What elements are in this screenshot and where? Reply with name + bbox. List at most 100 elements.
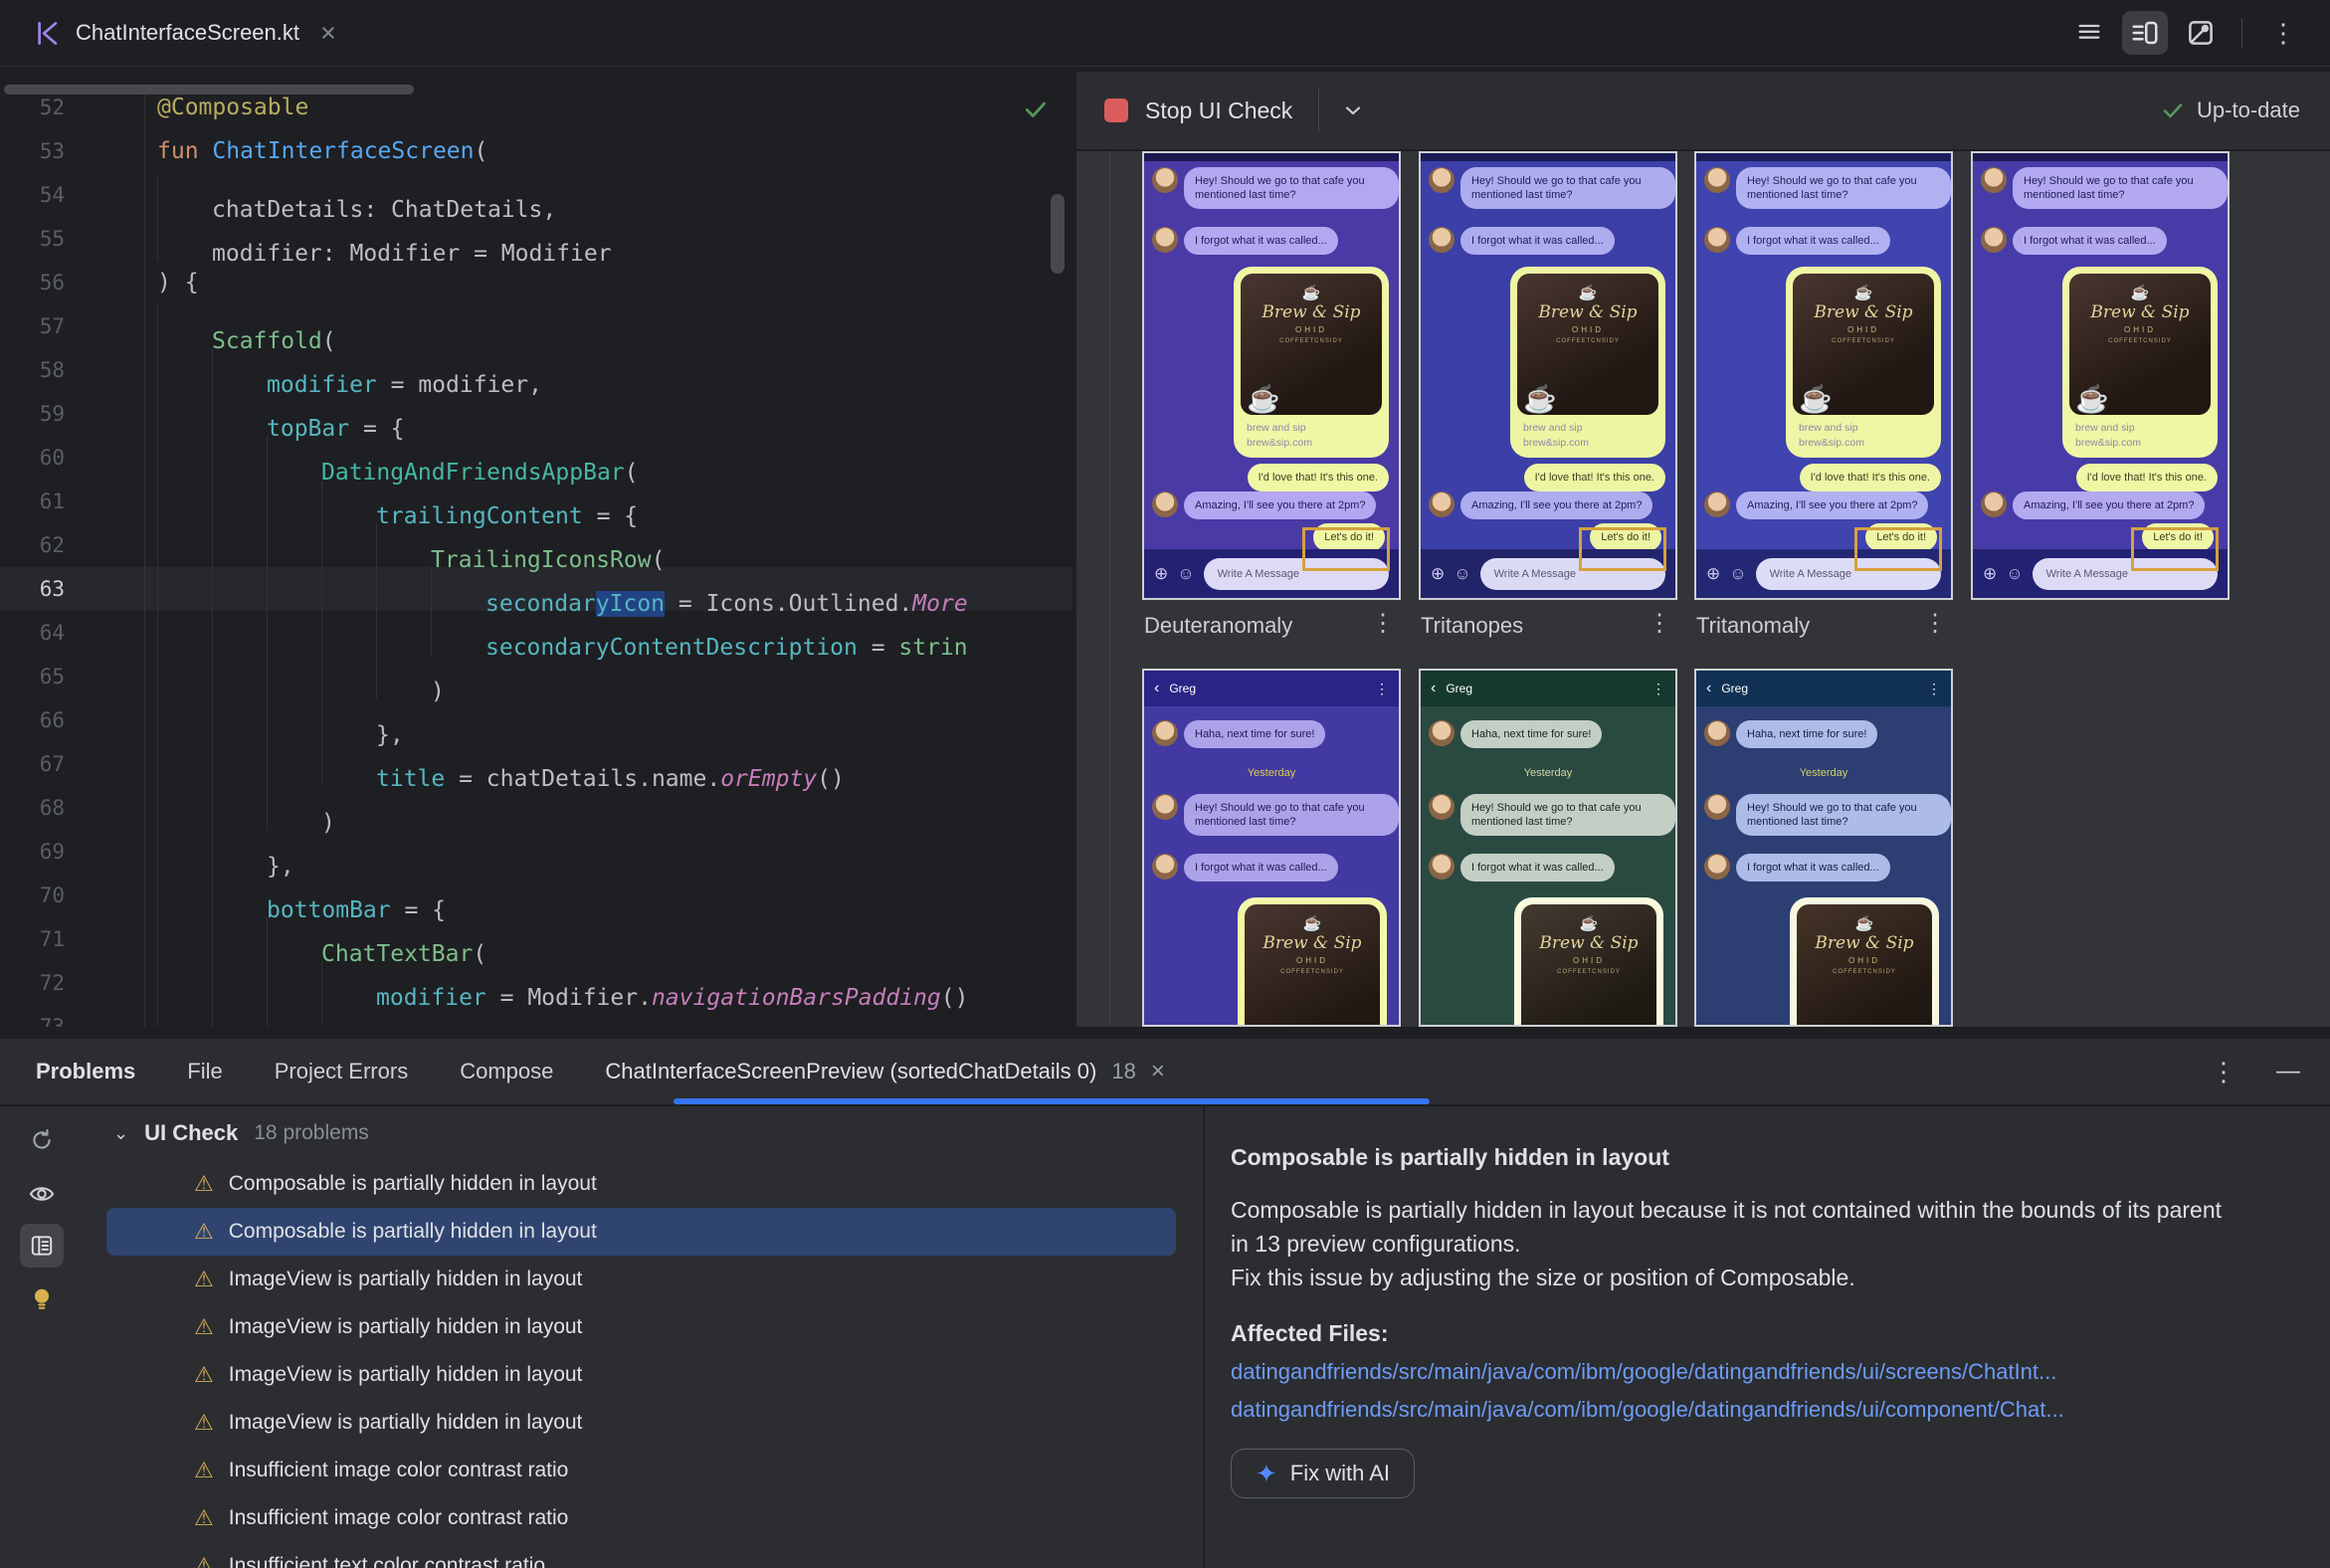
panel-splitter[interactable] xyxy=(0,1027,2330,1039)
preview-phone[interactable]: ‹ Greg ⋮ Haha, next time for sure! Yeste… xyxy=(1419,669,1677,1027)
code-line[interactable]: 61 trailingContent = { xyxy=(0,480,1072,529)
tab-compose[interactable]: Compose xyxy=(460,1059,553,1084)
code-line[interactable]: 69}, xyxy=(0,830,1072,880)
problem-row[interactable]: ⚠ ImageView is partially hidden in layout xyxy=(106,1256,1176,1303)
problem-row[interactable]: ⚠ ImageView is partially hidden in layout xyxy=(106,1303,1176,1351)
code-line[interactable]: 71 ChatTextBar( xyxy=(0,917,1072,967)
preview-phone[interactable]: Hey! Should we go to that cafe you menti… xyxy=(1694,151,1953,600)
chat-message-received: I forgot what it was called... xyxy=(1704,854,1890,882)
add-icon[interactable]: ⊕ xyxy=(1154,565,1168,582)
code-line[interactable]: 65) xyxy=(0,655,1072,704)
preview-config-menu-icon[interactable]: ⋮ xyxy=(1923,609,1947,638)
preview-phone[interactable]: ‹ Greg ⋮ Haha, next time for sure! Yeste… xyxy=(1694,669,1953,1027)
preview-canvas[interactable]: Hey! Should we go to that cafe you menti… xyxy=(1076,151,2330,1027)
tab-project-errors[interactable]: Project Errors xyxy=(275,1059,408,1084)
preview-config-menu-icon[interactable]: ⋮ xyxy=(1648,609,1671,638)
avatar xyxy=(1152,720,1178,746)
preview-phone[interactable]: ‹ Greg ⋮ Haha, next time for sure! Yeste… xyxy=(1142,669,1401,1027)
affected-file-link[interactable]: datingandfriends/src/main/java/com/ibm/g… xyxy=(1231,1397,2308,1423)
preview-phone[interactable]: Hey! Should we go to that cafe you menti… xyxy=(1142,151,1401,600)
panel-divider[interactable] xyxy=(1203,1106,1205,1568)
more-options-icon[interactable]: ⋮ xyxy=(2260,11,2306,55)
emoji-icon[interactable]: ☺ xyxy=(1177,565,1194,582)
minimize-icon[interactable]: — xyxy=(2276,1058,2300,1085)
split-view-icon[interactable] xyxy=(2122,11,2168,55)
indent-guide xyxy=(212,917,267,961)
fix-with-ai-button[interactable]: ✦ Fix with AI xyxy=(1231,1449,1416,1498)
code-line[interactable]: 70 bottomBar = { xyxy=(0,874,1072,923)
problems-group-header[interactable]: ⌄ UI Check 18 problems xyxy=(90,1106,1202,1160)
problem-row[interactable]: ⚠ Insufficient image color contrast ratio xyxy=(106,1494,1176,1542)
horizontal-scrollbar[interactable] xyxy=(4,85,414,95)
preview-config-menu-icon[interactable]: ⋮ xyxy=(1371,609,1395,638)
refresh-icon[interactable] xyxy=(20,1118,64,1162)
emoji-icon[interactable]: ☺ xyxy=(1729,565,1746,582)
problems-options-icon[interactable]: ⋮ xyxy=(2211,1059,2236,1084)
coffee-cup-icon: ☕ xyxy=(1247,384,1280,414)
message-bubble: Amazing, I'll see you there at 2pm? xyxy=(1460,491,1653,519)
add-icon[interactable]: ⊕ xyxy=(1706,565,1720,582)
problem-row[interactable]: ⚠ Composable is partially hidden in layou… xyxy=(106,1208,1176,1256)
details-panel-icon[interactable] xyxy=(20,1224,64,1268)
code-editor[interactable]: 52 @Composable 53 fun ChatInterfaceScreen(5… xyxy=(0,67,1072,1027)
tab-preview-report[interactable]: ChatInterfaceScreenPreview (sortedChatDe… xyxy=(605,1058,1165,1085)
tab-chatinterfacescreen[interactable]: ChatInterfaceScreen.kt × xyxy=(0,0,362,66)
code-line[interactable]: 57 Scaffold( xyxy=(0,304,1072,354)
code-line[interactable]: 68) xyxy=(0,786,1072,836)
code-line[interactable]: 66}, xyxy=(0,698,1072,748)
problem-row[interactable]: ⚠ Insufficient text color contrast ratio xyxy=(106,1542,1176,1568)
code-line[interactable]: 62 TrailingIconsRow( xyxy=(0,523,1072,573)
brand-subtext: OHID xyxy=(1296,956,1328,965)
indent-guide xyxy=(267,567,321,611)
chat-message-received: I forgot what it was called... xyxy=(1981,227,2167,255)
brand-tagline: COFFEETCNSIDY xyxy=(1280,969,1344,975)
tab-close-icon[interactable]: × xyxy=(1151,1058,1165,1085)
chevron-down-icon[interactable] xyxy=(1341,98,1365,122)
preview-only-view-icon[interactable] xyxy=(2178,11,2224,55)
stop-ui-check-button[interactable]: Stop UI Check xyxy=(1145,98,1292,124)
problem-row[interactable]: ⚠ Composable is partially hidden in layou… xyxy=(106,1160,1176,1208)
problem-row[interactable]: ⚠ Insufficient image color contrast ratio xyxy=(106,1447,1176,1494)
lightbulb-icon[interactable] xyxy=(20,1277,64,1321)
stop-icon[interactable] xyxy=(1104,98,1128,122)
affected-file-link[interactable]: datingandfriends/src/main/java/com/ibm/g… xyxy=(1231,1359,2308,1385)
problem-row[interactable]: ⚠ ImageView is partially hidden in layout xyxy=(106,1351,1176,1399)
preview-eye-icon[interactable] xyxy=(20,1172,64,1216)
code-line[interactable]: 63 secondaryIcon = Icons.Outlined.More xyxy=(0,567,1072,617)
inspections-ok-icon[interactable] xyxy=(1023,97,1049,128)
avatar xyxy=(1152,794,1178,820)
tab-file[interactable]: File xyxy=(187,1059,222,1084)
emoji-icon[interactable]: ☺ xyxy=(2006,565,2023,582)
preview-phone[interactable]: Hey! Should we go to that cafe you menti… xyxy=(1419,151,1677,600)
code-line[interactable]: 54 chatDetails: ChatDetails, xyxy=(0,173,1072,223)
code-line[interactable]: 55 modifier: Modifier = Modifier xyxy=(0,217,1072,267)
add-icon[interactable]: ⊕ xyxy=(1431,565,1445,582)
chevron-down-icon[interactable]: ⌄ xyxy=(113,1123,128,1144)
warning-icon: ⚠ xyxy=(194,1362,214,1387)
brand-subtext: OHID xyxy=(1847,325,1879,334)
indent-guide xyxy=(157,742,212,786)
tab-close-icon[interactable]: × xyxy=(320,19,336,47)
code-line[interactable]: 64 secondaryContentDescription = strin xyxy=(0,611,1072,661)
preview-phone[interactable]: Hey! Should we go to that cafe you menti… xyxy=(1971,151,2230,600)
code-line[interactable]: 58 modifier = modifier, xyxy=(0,348,1072,398)
code-line[interactable]: 56) { xyxy=(0,261,1072,304)
code-line[interactable]: 53 fun ChatInterfaceScreen( xyxy=(0,129,1072,173)
tool-window-title[interactable]: Problems xyxy=(36,1059,135,1084)
problem-text: ImageView is partially hidden in layout xyxy=(228,1315,583,1338)
problem-row[interactable]: ⚠ ImageView is partially hidden in layout xyxy=(106,1399,1176,1447)
message-bubble: I forgot what it was called... xyxy=(1460,854,1615,882)
add-icon[interactable]: ⊕ xyxy=(1983,565,1997,582)
editor-only-view-icon[interactable] xyxy=(2066,11,2112,55)
code-line[interactable]: 59 topBar = { xyxy=(0,392,1072,442)
coffee-cup-icon: ☕ xyxy=(2075,384,2109,414)
emoji-icon[interactable]: ☺ xyxy=(1454,565,1470,582)
brew-sip-image: ☕ Brew & Sip OHID COFFEETCNSIDY ☕ xyxy=(1521,904,1656,1025)
vertical-scrollbar[interactable] xyxy=(1051,194,1065,274)
code-line[interactable]: 72 modifier = Modifier.navigationBarsPadd… xyxy=(0,961,1072,1011)
message-bubble: I forgot what it was called... xyxy=(1736,227,1890,255)
code-line[interactable]: 60 DatingAndFriendsAppBar( xyxy=(0,436,1072,486)
code-line[interactable]: 67 title = chatDetails.name.orEmpty() xyxy=(0,742,1072,792)
status-badge: Up-to-date xyxy=(2197,98,2300,122)
ai-sparkle-icon: ✦ xyxy=(1256,1459,1277,1488)
